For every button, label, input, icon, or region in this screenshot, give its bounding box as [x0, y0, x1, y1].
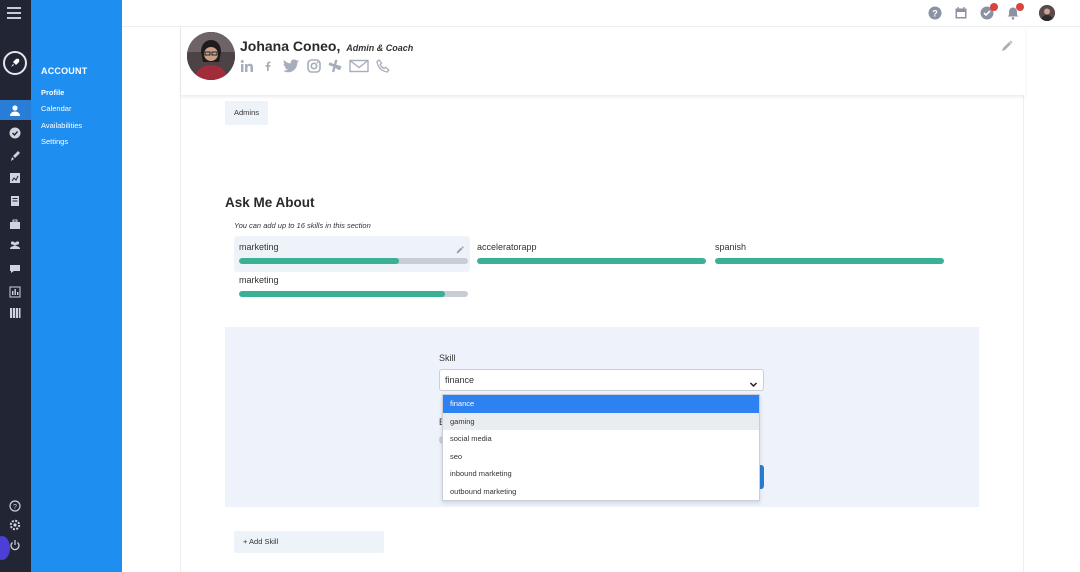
edit-skill-icon[interactable]: [456, 241, 464, 254]
check-circle-icon[interactable]: [8, 126, 22, 140]
skill-field-label: Skill: [439, 353, 456, 363]
profile-name: Johana Coneo, Admin & Coach: [240, 38, 413, 54]
power-icon[interactable]: [8, 538, 22, 552]
dropdown-option[interactable]: finance: [443, 395, 759, 413]
help-icon[interactable]: ?: [8, 499, 22, 513]
chart-icon[interactable]: [8, 171, 22, 185]
group-icon[interactable]: [8, 238, 22, 252]
skill-level-bar: [715, 258, 944, 264]
menu-icon[interactable]: [7, 7, 21, 22]
sidebar-section-title: ACCOUNT: [41, 66, 88, 76]
skill-select-value: finance: [445, 375, 475, 385]
skill-level-fill: [239, 291, 446, 297]
profile-name-text: Johana Coneo,: [240, 38, 341, 54]
top-bar: ?: [122, 0, 1080, 27]
skill-level-bar: [239, 258, 468, 264]
sidebar-item-calendar[interactable]: Calendar: [41, 104, 71, 113]
dropdown-option[interactable]: social media: [443, 430, 759, 448]
skill-name: marketing: [239, 275, 279, 285]
skill-card[interactable]: acceleratorapp: [472, 236, 708, 272]
profile-header: Johana Coneo, Admin & Coach: [181, 27, 1025, 95]
slack-icon[interactable]: [328, 59, 342, 73]
profile-photo: [187, 32, 235, 80]
icon-rail: ?: [0, 0, 31, 572]
profile-role: Admin & Coach: [346, 43, 414, 53]
email-icon[interactable]: [349, 59, 369, 73]
rocket-logo-icon[interactable]: [3, 51, 27, 75]
skill-level-fill: [715, 258, 944, 264]
skill-name: acceleratorapp: [477, 242, 537, 252]
dropdown-option[interactable]: gaming: [443, 412, 759, 430]
svg-text:?: ?: [932, 9, 938, 19]
skill-card[interactable]: spanish: [710, 236, 946, 272]
social-links: [240, 59, 390, 73]
rocket-icon[interactable]: [8, 149, 22, 163]
briefcase-icon[interactable]: [8, 217, 22, 231]
phone-icon[interactable]: [376, 59, 390, 73]
user-icon[interactable]: [8, 103, 22, 117]
twitter-icon[interactable]: [282, 59, 300, 73]
sidebar-item-profile[interactable]: Profile: [41, 88, 64, 97]
sidebar-item-availabilities[interactable]: Availabilities: [41, 121, 82, 130]
skill-options-dropdown: finance gaming social media seo inbound …: [442, 394, 760, 501]
skill-select[interactable]: finance: [439, 369, 764, 391]
analytics-icon[interactable]: [8, 285, 22, 299]
chevron-down-icon: [749, 376, 758, 388]
linkedin-icon[interactable]: [240, 59, 254, 73]
skill-card[interactable]: marketing: [234, 269, 470, 305]
skills-hint: You can add up to 16 skills in this sect…: [234, 221, 371, 230]
facebook-icon[interactable]: [261, 59, 275, 73]
instagram-icon[interactable]: [307, 59, 321, 73]
ask-me-about-title: Ask Me About: [225, 195, 315, 210]
skill-name: spanish: [715, 242, 747, 252]
skill-card[interactable]: marketing: [234, 236, 470, 272]
document-icon[interactable]: [8, 194, 22, 208]
dropdown-option[interactable]: seo: [443, 448, 759, 466]
skill-level-fill: [477, 258, 706, 264]
dropdown-option[interactable]: outbound marketing: [443, 483, 759, 501]
calendar-icon[interactable]: [954, 6, 968, 20]
sidebar-item-settings[interactable]: Settings: [41, 137, 68, 146]
skill-name: marketing: [239, 242, 279, 252]
notifications-badge: [1016, 3, 1024, 11]
skill-level-bar: [239, 291, 468, 297]
gear-icon[interactable]: [8, 518, 22, 532]
add-skill-button[interactable]: + Add Skill: [234, 531, 384, 553]
chat-icon[interactable]: [8, 262, 22, 276]
svg-text:?: ?: [13, 504, 17, 511]
skill-level-bar: [477, 258, 706, 264]
dropdown-option[interactable]: inbound marketing: [443, 465, 759, 483]
bell-icon[interactable]: [1006, 3, 1024, 20]
help-icon[interactable]: ?: [928, 6, 942, 20]
tasks-badge: [990, 3, 998, 11]
edit-profile-icon[interactable]: [1001, 39, 1013, 51]
user-avatar[interactable]: [1039, 5, 1055, 21]
skill-level-fill: [239, 258, 400, 264]
account-sidebar: ACCOUNT Profile Calendar Availabilities …: [31, 0, 122, 572]
tasks-icon[interactable]: [980, 3, 998, 20]
role-tag: Admins: [225, 101, 269, 125]
library-icon[interactable]: [8, 306, 22, 320]
